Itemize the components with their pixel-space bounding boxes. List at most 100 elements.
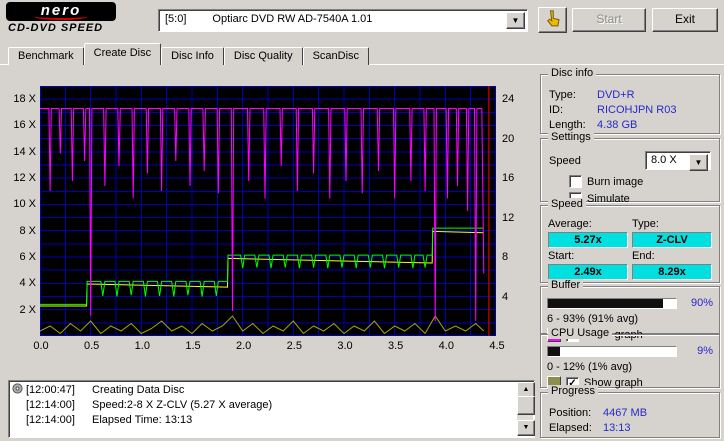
- drive-select-value: [5:0] Optiarc DVD RW AD-7540A 1.01: [165, 13, 373, 25]
- log-time: [12:14:00]: [26, 399, 75, 411]
- log-text: Speed:2-8 X Z-CLV (5.27 X average): [92, 399, 273, 411]
- disc-id-label: ID:: [549, 103, 564, 116]
- y-axis-left-label: 14 X: [13, 145, 36, 158]
- app-window: { "window": { "brand": "nero", "product"…: [0, 0, 724, 441]
- series-buffer-level: [40, 108, 485, 322]
- average-label: Average:: [548, 218, 592, 230]
- tab-create-disc[interactable]: Create Disc: [83, 43, 162, 65]
- y-axis-right-label: 16: [502, 172, 515, 185]
- type-value: Z-CLV: [632, 232, 712, 248]
- nero-logo: nero: [6, 2, 116, 21]
- cpu-percent: 9%: [697, 345, 713, 357]
- x-axis-label: 1.0: [134, 340, 150, 352]
- speed-group-title: Speed: [548, 198, 586, 210]
- series-cpu-usage: [39, 315, 485, 335]
- elapsed-label: Elapsed:: [549, 421, 592, 434]
- buffer-meter: [547, 297, 677, 309]
- disc-type-label: Type:: [549, 88, 576, 101]
- y-axis-left-label: 12 X: [13, 172, 36, 185]
- burn-image-label: Burn image: [587, 175, 644, 188]
- tab-disc-info[interactable]: Disc Info: [161, 47, 224, 65]
- end-label: End:: [632, 250, 655, 262]
- y-axis-left-label: 8 X: [19, 224, 36, 237]
- hand-cursor-icon: [546, 10, 560, 27]
- product-title: CD-DVD SPEED: [8, 22, 104, 34]
- log-scrollbar[interactable]: ▲ ▼: [517, 382, 535, 436]
- start-button[interactable]: Start: [572, 8, 646, 32]
- end-value: 8.29x: [632, 264, 712, 280]
- speed-select-value: 8.0 X: [651, 154, 677, 166]
- burn-image-checkbox[interactable]: [569, 175, 582, 188]
- x-axis-label: 0.0: [33, 340, 49, 352]
- disc-icon: [12, 383, 23, 394]
- y-axis-left-label: 4 X: [19, 277, 36, 290]
- simulate-label: Simulate: [587, 192, 630, 205]
- y-axis-right-label: 8: [502, 251, 509, 264]
- buffer-range: 6 - 93% (91% avg): [547, 313, 639, 325]
- progress-title: Progress: [548, 385, 599, 397]
- y-axis-right-label: 12: [502, 211, 515, 224]
- y-axis-left-label: 2 X: [19, 303, 36, 316]
- start-label: Start:: [548, 250, 575, 262]
- x-axis-label: 4.5: [489, 340, 505, 352]
- y-axis-left-label: 18 X: [13, 93, 36, 106]
- buffer-title: Buffer: [548, 279, 584, 291]
- exit-button[interactable]: Exit: [652, 8, 718, 32]
- x-axis-label: 2.0: [236, 340, 252, 352]
- x-axis-label: 3.0: [337, 340, 353, 352]
- scroll-down-icon[interactable]: ▼: [517, 420, 535, 436]
- status-log: [12:00:47] Creating Data Disc [12:14:00]…: [8, 380, 535, 438]
- x-axis-label: 4.0: [438, 340, 454, 352]
- scrollbar-thumb[interactable]: [517, 396, 535, 415]
- position-value: 4467 MB: [603, 406, 648, 419]
- series-requested-speed: [40, 230, 484, 307]
- speed-chart: 2 X 4 X 6 X 8 X 10 X 12 X 14 X 16 X 18 X 4 8 12 16 20…: [8, 72, 540, 374]
- y-axis-left-label: 10 X: [13, 198, 36, 211]
- cpu-meter: [547, 345, 677, 357]
- disc-type-value: DVD+R: [597, 88, 635, 101]
- cpu-bar-fill: [548, 346, 560, 356]
- tab-strip: Benchmark Create Disc Disc Info Disc Qua…: [8, 43, 370, 65]
- speed-select[interactable]: 8.0 X ▼: [645, 151, 711, 171]
- y-axis-right-label: 20: [502, 132, 515, 145]
- position-label: Position:: [549, 406, 592, 419]
- drive-select[interactable]: [5:0] Optiarc DVD RW AD-7540A 1.01 ▼: [158, 9, 528, 32]
- cpu-group: CPU Usage 9% 0 - 12% (1% avg) Show graph: [540, 327, 720, 390]
- disc-info-row: Length: 4.38 GB: [549, 117, 711, 132]
- disc-info-title: Disc info: [548, 67, 597, 79]
- disc-id-value: RICOHJPN R03: [597, 103, 677, 116]
- dropdown-arrow-icon[interactable]: ▼: [506, 12, 525, 29]
- disc-length-label: Length:: [549, 118, 586, 131]
- disc-info-row: Type: DVD+R: [549, 87, 711, 102]
- x-axis-label: 3.5: [388, 340, 404, 352]
- log-text: Creating Data Disc: [92, 384, 185, 396]
- y-axis-left-label: 16 X: [13, 119, 36, 132]
- type-label: Type:: [632, 218, 659, 230]
- cpu-title: CPU Usage: [548, 327, 613, 339]
- tab-disc-quality[interactable]: Disc Quality: [223, 47, 303, 65]
- disc-info-row: ID: RICOHJPN R03: [549, 102, 711, 117]
- buffer-bar-fill: [548, 298, 664, 308]
- y-axis-right-label: 4: [502, 290, 509, 303]
- elapsed-value: 13:13: [603, 421, 631, 434]
- log-entry-icon: [12, 383, 26, 397]
- nero-swoosh-icon: [34, 13, 88, 20]
- disc-length-value: 4.38 GB: [597, 118, 638, 131]
- tab-scandisc[interactable]: ScanDisc: [302, 47, 370, 65]
- dropdown-arrow-icon[interactable]: ▼: [689, 154, 708, 171]
- eject-hand-button[interactable]: [538, 7, 567, 33]
- x-axis-label: 2.5: [286, 340, 302, 352]
- average-value: 5.27x: [548, 232, 628, 248]
- log-entry: [12:00:47] Creating Data Disc: [9, 383, 534, 397]
- chart-plot-area: [39, 85, 497, 337]
- speed-group: Speed Average: Type: 5.27x Z-CLV Start: …: [540, 198, 720, 283]
- start-value: 2.49x: [548, 264, 628, 280]
- speed-select-label: Speed: [549, 154, 581, 167]
- buffer-percent: 90%: [690, 297, 713, 309]
- cpu-range: 0 - 12% (1% avg): [547, 361, 632, 373]
- progress-group: Progress Position: 4467 MB Elapsed: 13:1…: [540, 385, 720, 438]
- log-text: Elapsed Time: 13:13: [92, 414, 193, 426]
- log-entry: [12:14:00] Elapsed Time: 13:13: [9, 413, 534, 427]
- settings-title: Settings: [548, 131, 594, 143]
- tab-benchmark[interactable]: Benchmark: [8, 47, 84, 65]
